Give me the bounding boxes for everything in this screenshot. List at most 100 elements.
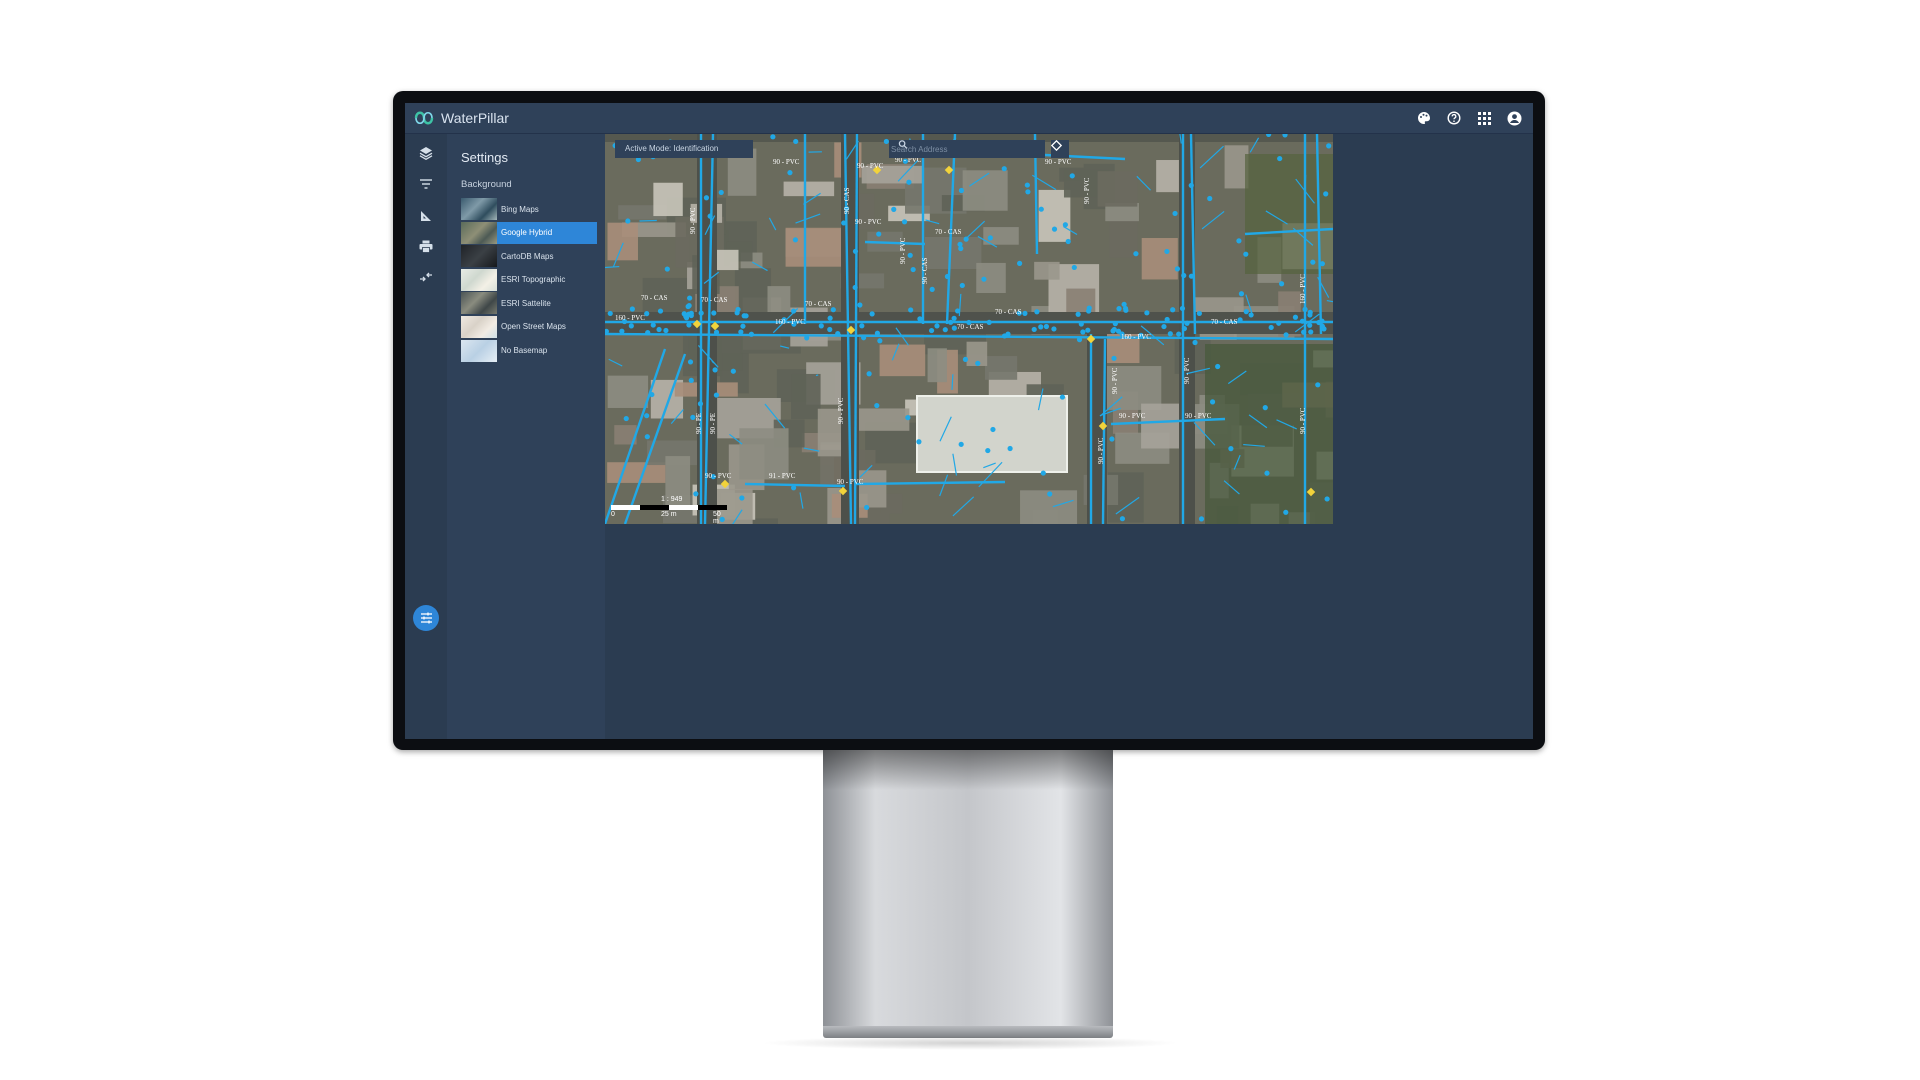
building-rooftop	[1038, 189, 1071, 242]
building-rooftop	[1224, 145, 1249, 189]
pipe-node	[1276, 320, 1282, 326]
pipe-node	[1172, 210, 1178, 217]
apps-grid-icon[interactable]	[1475, 109, 1493, 127]
pipe-node	[1308, 329, 1314, 335]
pipe-node	[1228, 446, 1234, 452]
basemap-item[interactable]: Google Hybrid	[461, 221, 597, 244]
pipe-node	[748, 331, 755, 337]
pipe-node	[713, 392, 720, 398]
pipe-label: 90 - PVC	[855, 218, 882, 226]
pipe-label: 160 - PVC	[775, 318, 805, 326]
pipe-node	[1069, 173, 1075, 179]
pipe-node	[804, 335, 810, 341]
help-icon[interactable]	[1445, 109, 1463, 127]
pipe-node	[1164, 316, 1170, 323]
basemap-label: No Basemap	[501, 346, 548, 356]
pipe-node	[1209, 399, 1216, 405]
pipe-label: 70 - CAS	[935, 228, 962, 236]
pipe-node	[1207, 195, 1213, 202]
basemap-item[interactable]: Open Street Maps	[461, 315, 597, 338]
pipe-node	[1119, 516, 1126, 522]
pipe-node	[1283, 509, 1289, 515]
pipe-node	[1017, 260, 1023, 266]
left-toolbar	[405, 134, 447, 739]
pipe-node	[718, 189, 724, 196]
pipe-label-vertical: 90 - PVC	[689, 207, 697, 234]
pipe-label: 90 - PVC	[1185, 412, 1212, 420]
pipe-label: 90 - PVC	[837, 478, 864, 486]
palette-icon[interactable]	[1415, 109, 1433, 127]
filter-icon[interactable]	[413, 171, 439, 197]
pipe-node	[1038, 206, 1044, 212]
compare-icon[interactable]	[413, 264, 439, 290]
basemap-thumbnail	[461, 198, 497, 220]
building-rooftop	[607, 375, 649, 408]
account-icon[interactable]	[1505, 109, 1523, 127]
pipe-node	[1144, 310, 1150, 316]
pipe-node	[1111, 355, 1117, 361]
building-rooftop	[767, 286, 791, 317]
pipe-node	[687, 295, 693, 301]
pipe-node	[629, 306, 635, 312]
pipe-label: 70 - CAS	[1211, 318, 1238, 326]
pipe-node	[1078, 321, 1084, 327]
building-rooftop	[1141, 238, 1178, 280]
measure-icon[interactable]	[413, 202, 439, 228]
pipe-node	[1237, 317, 1243, 323]
pipe-node	[876, 231, 882, 237]
pipe-label-vertical: 90 - PVC	[1299, 407, 1307, 434]
pipe-node	[1116, 306, 1122, 312]
pipe-node	[687, 359, 694, 365]
pipe-node	[827, 315, 833, 321]
pipe-node	[907, 252, 913, 258]
pipe-label: 91 - PVC	[769, 472, 796, 480]
pipe-node	[644, 413, 650, 419]
pipe-node	[1236, 238, 1242, 244]
tune-icon[interactable]	[413, 605, 439, 631]
pipe-node	[1007, 445, 1013, 452]
pipe-node	[730, 368, 736, 374]
pipe-node	[1292, 314, 1299, 320]
pipe-node	[1299, 318, 1306, 324]
print-icon[interactable]	[413, 233, 439, 259]
address-search[interactable]	[889, 140, 1045, 158]
pipe-node	[1025, 189, 1031, 195]
basemap-item[interactable]: ESRI Sattelite	[461, 292, 597, 315]
pipe-node	[734, 310, 740, 316]
pipe-node	[1109, 436, 1115, 442]
pipe-label: 70 - CAS	[957, 323, 984, 331]
basemap-item[interactable]: CartoDB Maps	[461, 245, 597, 268]
basemap-thumbnail	[461, 339, 497, 362]
brand[interactable]: WaterPillar	[413, 108, 509, 128]
layers-icon[interactable]	[413, 140, 439, 166]
pipe-node	[1324, 496, 1330, 502]
app-name: WaterPillar	[441, 110, 509, 126]
pipe-node	[741, 313, 747, 319]
basemap-item[interactable]: ESRI Topographic	[461, 268, 597, 291]
pipe-node	[625, 218, 631, 224]
basemap-label: Google Hybrid	[501, 228, 553, 238]
basemap-item[interactable]: No Basemap	[461, 339, 597, 362]
pipe-node	[1184, 320, 1190, 326]
pipe-node	[874, 330, 881, 336]
locate-button[interactable]	[1051, 140, 1069, 158]
basemap-label: ESRI Topographic	[501, 275, 566, 285]
pipe-node	[713, 329, 720, 335]
pipe-node	[1062, 222, 1068, 228]
pipe-node	[1248, 312, 1254, 318]
service-line	[1136, 175, 1151, 191]
map-view[interactable]: 160 - PVC 160 - PVC 70 - CAS 160 - PVC 70 - …	[605, 134, 1333, 524]
pipe-node	[1161, 323, 1167, 330]
pipe-node	[1243, 309, 1249, 315]
service-line	[605, 265, 620, 269]
pipe-label-vertical: 90 - PVC	[1083, 177, 1091, 204]
pipe-node	[656, 326, 662, 333]
pipe-node	[1188, 273, 1195, 279]
basemap-item[interactable]: Bing Maps	[461, 198, 597, 220]
pipe-node	[963, 236, 969, 242]
building-rooftop	[1034, 261, 1060, 280]
pipe-node	[711, 310, 717, 316]
pipe-node	[1071, 264, 1077, 271]
map-canvas[interactable]: 160 - PVC 160 - PVC 70 - CAS 160 - PVC 70 - …	[605, 134, 1333, 524]
locate-icon	[1051, 140, 1062, 151]
